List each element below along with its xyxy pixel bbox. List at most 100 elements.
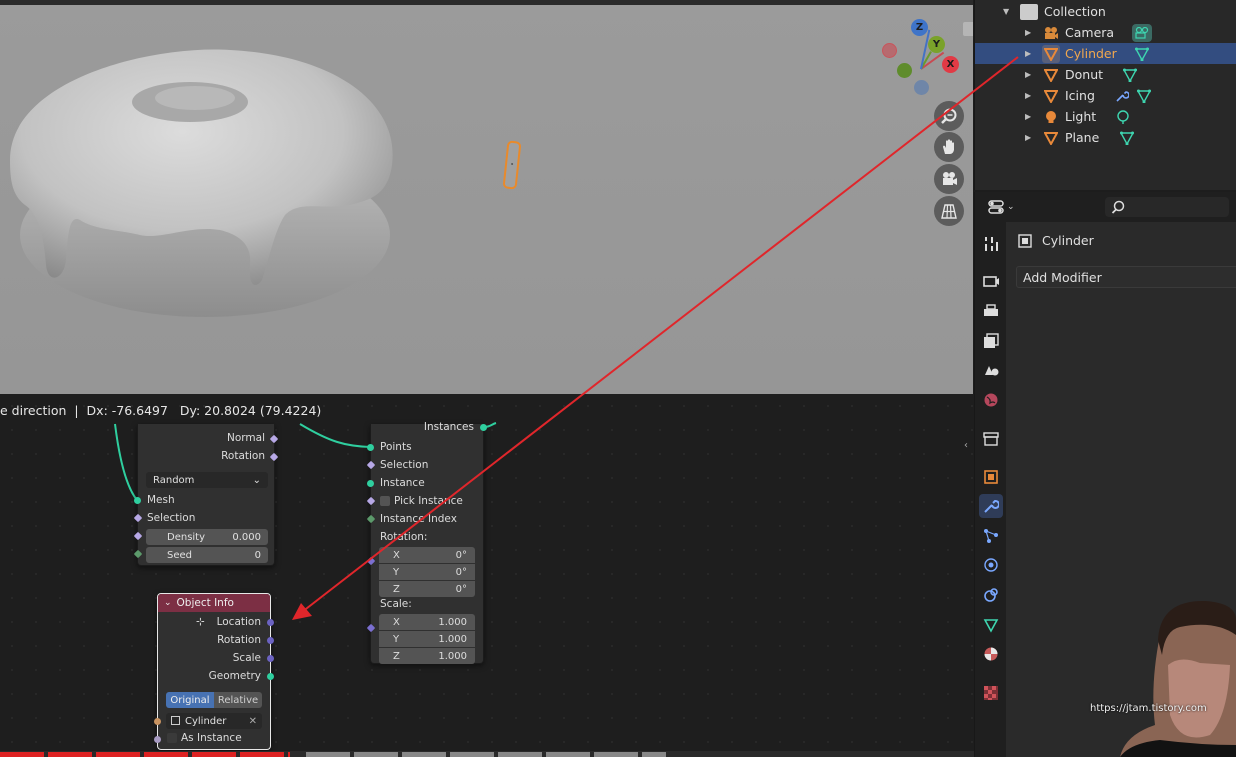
- modifier-tab[interactable]: [979, 494, 1003, 518]
- view-layer-tab[interactable]: [979, 329, 1003, 353]
- original-option[interactable]: Original: [166, 692, 214, 708]
- rotation-y-field[interactable]: Y 0°: [379, 564, 475, 580]
- location-output-socket[interactable]: [267, 619, 274, 626]
- editor-type-dropdown[interactable]: ⌄: [987, 198, 1015, 216]
- zoom-button[interactable]: [934, 101, 964, 131]
- constraints-tab[interactable]: [979, 583, 1003, 607]
- outliner-item-cylinder[interactable]: ▶ Cylinder: [975, 43, 1236, 64]
- density-field[interactable]: Density 0.000: [146, 529, 268, 545]
- tool-tab[interactable]: [979, 232, 1003, 256]
- outliner-item-light[interactable]: ▶ Light: [975, 106, 1236, 127]
- instances-output-socket[interactable]: [480, 424, 487, 431]
- mesh-data-icon: [983, 619, 999, 633]
- 3d-viewport[interactable]: Z Y X: [0, 0, 973, 394]
- properties-search-input[interactable]: [1105, 197, 1229, 217]
- camera-data-icon[interactable]: [1132, 23, 1152, 42]
- region-collapse-chevron-icon[interactable]: ‹: [964, 440, 968, 451]
- object-picker-field[interactable]: Cylinder ✕: [166, 713, 262, 729]
- expand-triangle-icon[interactable]: ▶: [1025, 70, 1031, 79]
- object-cube-icon: [171, 715, 180, 725]
- scale-y-field[interactable]: Y 1.000: [379, 631, 475, 647]
- object-input-socket[interactable]: [154, 718, 161, 725]
- object-tab[interactable]: [979, 465, 1003, 489]
- input-instance-index: Instance Index: [380, 513, 457, 525]
- as-instance-socket[interactable]: [154, 736, 161, 743]
- object-info-header[interactable]: ⌄ Object Info: [158, 594, 270, 612]
- world-tab[interactable]: [979, 388, 1003, 412]
- gizmo-neg-x[interactable]: [882, 43, 897, 58]
- collapse-chevron-icon[interactable]: ⌄: [164, 598, 172, 608]
- particles-tab[interactable]: [979, 524, 1003, 548]
- scale-z-field[interactable]: Z 1.000: [379, 648, 475, 664]
- outliner-collection-row[interactable]: ▼ Collection: [975, 1, 1236, 22]
- pan-button[interactable]: [934, 132, 964, 162]
- light-data-icon[interactable]: [1116, 109, 1130, 124]
- data-tab[interactable]: [979, 613, 1003, 637]
- rotation-z-field[interactable]: Z 0°: [379, 581, 475, 597]
- gizmo-z-axis[interactable]: Z: [911, 19, 928, 36]
- camera-view-button[interactable]: [934, 164, 964, 194]
- mesh-data-icon[interactable]: [1123, 68, 1137, 82]
- gizmo-x-axis[interactable]: X: [942, 56, 959, 73]
- ortho-toggle-button[interactable]: [934, 196, 964, 226]
- expand-triangle-icon[interactable]: ▶: [1025, 49, 1031, 58]
- gizmo-y-axis[interactable]: Y: [928, 36, 945, 53]
- geometry-output-socket[interactable]: [267, 673, 274, 680]
- selected-cylinder-object[interactable]: [502, 140, 522, 190]
- as-instance-checkbox[interactable]: As Instance: [167, 732, 242, 744]
- rotation-output-socket[interactable]: [267, 637, 274, 644]
- render-tab[interactable]: [979, 269, 1003, 293]
- material-tab[interactable]: [979, 642, 1003, 666]
- outliner-panel[interactable]: ▼ Collection ▶ Camera ▶ Cylinder ▶ Donut…: [974, 0, 1236, 190]
- distribute-mode-dropdown[interactable]: Random ⌄: [146, 472, 268, 488]
- timeline-strip[interactable]: [0, 751, 974, 757]
- donut-object[interactable]: [0, 40, 420, 340]
- expand-triangle-icon[interactable]: ▶: [1025, 112, 1031, 121]
- output-location: Location: [216, 616, 261, 628]
- points-input-socket[interactable]: [367, 444, 374, 451]
- mesh-input-socket[interactable]: [134, 497, 141, 504]
- clear-x-icon[interactable]: ✕: [249, 716, 257, 727]
- input-mesh: Mesh: [147, 494, 175, 506]
- texture-tab[interactable]: [979, 681, 1003, 705]
- mesh-data-icon[interactable]: [1135, 47, 1149, 61]
- mesh-data-icon[interactable]: [1120, 131, 1134, 145]
- checkbox-icon: [380, 496, 390, 506]
- collapse-triangle-icon[interactable]: ▼: [1003, 7, 1009, 16]
- rotation-x-field[interactable]: X 0°: [379, 547, 475, 563]
- outliner-item-icing[interactable]: ▶ Icing: [975, 85, 1236, 106]
- outliner-item-camera[interactable]: ▶ Camera: [975, 22, 1236, 43]
- scene-tab[interactable]: [979, 358, 1003, 382]
- collection-box-icon: [983, 432, 999, 446]
- expand-triangle-icon[interactable]: ▶: [1025, 91, 1031, 100]
- expand-triangle-icon[interactable]: ▶: [1025, 28, 1031, 37]
- collection-tab[interactable]: [979, 427, 1003, 451]
- object-info-node[interactable]: ⌄ Object Info ⊹ Location Rotation Scale …: [154, 593, 274, 750]
- seed-field[interactable]: Seed 0: [146, 547, 268, 563]
- expand-triangle-icon[interactable]: ▶: [1025, 133, 1031, 142]
- relative-option[interactable]: Relative: [214, 692, 262, 708]
- outliner-item-donut[interactable]: ▶ Donut: [975, 64, 1236, 85]
- outliner-item-plane[interactable]: ▶ Plane: [975, 127, 1236, 148]
- transform-space-toggle[interactable]: Original Relative: [166, 692, 262, 708]
- navigation-gizmo[interactable]: Z Y X: [878, 16, 968, 100]
- instance-input-socket[interactable]: [367, 480, 374, 487]
- scale-output-socket[interactable]: [267, 655, 274, 662]
- geometry-node-editor[interactable]: e direction | Dx: -76.6497 Dy: 20.8024 (…: [0, 394, 974, 757]
- add-modifier-button[interactable]: Add Modifier: [1016, 266, 1236, 288]
- scale-x-field[interactable]: X 1.000: [379, 614, 475, 630]
- output-tab[interactable]: [979, 299, 1003, 323]
- timeline-keyframes: [0, 752, 290, 757]
- timeline-segments: [306, 752, 666, 757]
- collection-box-icon: [1020, 3, 1038, 20]
- input-selection: Selection: [380, 459, 429, 471]
- physics-tab[interactable]: [979, 553, 1003, 577]
- wrench-modifier-icon[interactable]: [1115, 89, 1129, 103]
- pick-instance-checkbox[interactable]: Pick Instance: [380, 495, 463, 507]
- gizmo-neg-z[interactable]: [914, 80, 929, 95]
- seed-value: 0: [254, 549, 261, 561]
- distribute-points-node[interactable]: Normal Rotation Random ⌄ Mesh Selection …: [133, 424, 279, 566]
- mesh-data-icon[interactable]: [1137, 89, 1151, 103]
- gizmo-neg-y[interactable]: [897, 63, 912, 78]
- instance-on-points-node[interactable]: Instances Points Selection Instance Pick…: [366, 421, 487, 664]
